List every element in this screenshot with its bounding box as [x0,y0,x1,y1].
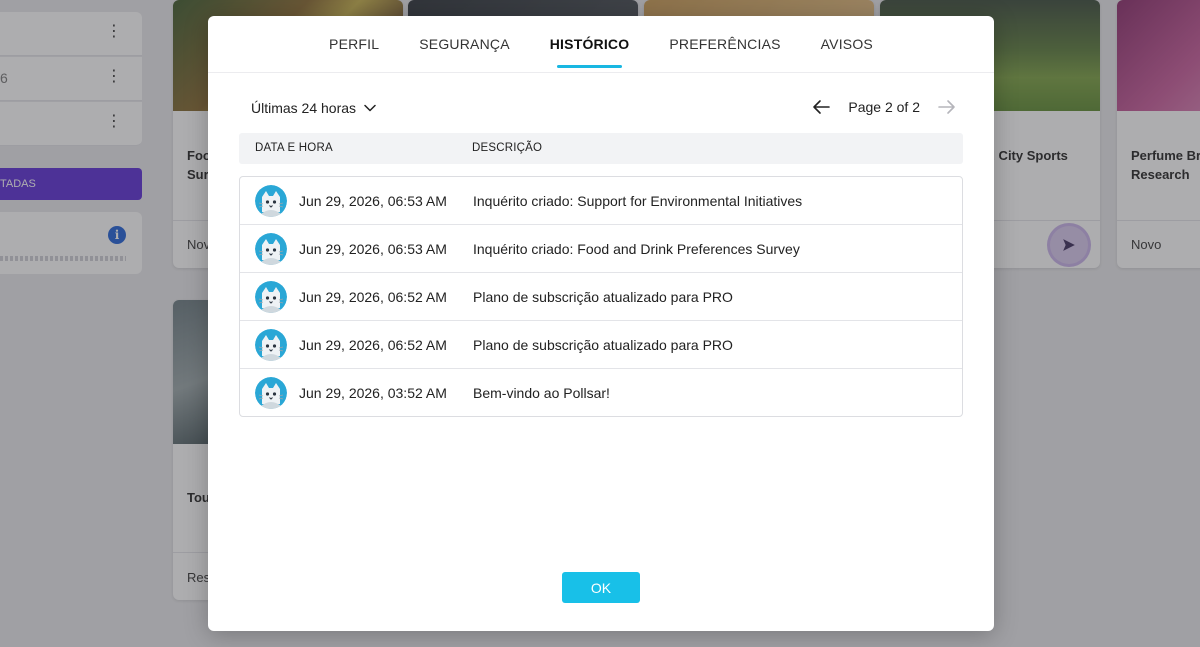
tab-historico[interactable]: HISTÓRICO [530,16,650,73]
time-range-label: Últimas 24 horas [251,100,357,116]
row-datetime: Jun 29, 2026, 06:53 AM [299,193,447,209]
chevron-down-icon [364,104,376,112]
profile-modal: PERFIL SEGURANÇA HISTÓRICO PREFERÊNCIAS … [208,16,994,631]
table-row: Jun 29, 2026, 06:53 AM Inquérito criado:… [240,225,962,273]
cat-avatar-icon [255,233,287,265]
table-row: Jun 29, 2026, 06:52 AM Plano de subscriç… [240,321,962,369]
table-header: DATA E HORA DESCRIÇÃO [239,133,963,164]
avatar [255,329,287,361]
row-datetime: Jun 29, 2026, 06:53 AM [299,241,447,257]
tab-preferencias[interactable]: PREFERÊNCIAS [649,16,800,73]
modal-tabs: PERFIL SEGURANÇA HISTÓRICO PREFERÊNCIAS … [208,16,994,73]
avatar [255,233,287,265]
avatar [255,281,287,313]
cat-avatar-icon [255,281,287,313]
row-description: Inquérito criado: Support for Environmen… [473,193,803,209]
tab-seguranca[interactable]: SEGURANÇA [399,16,529,73]
arrow-left-icon[interactable] [812,99,831,115]
time-range-dropdown[interactable]: Últimas 24 horas [251,100,376,116]
pagination: Page 2 of 2 [812,99,956,115]
row-datetime: Jun 29, 2026, 06:52 AM [299,289,447,305]
pagination-text: Page 2 of 2 [848,99,920,115]
row-description: Plano de subscrição atualizado para PRO [473,289,733,305]
row-description: Bem-vindo ao Pollsar! [473,385,610,401]
cat-avatar-icon [255,377,287,409]
cat-avatar-icon [255,329,287,361]
table-row: Jun 29, 2026, 06:52 AM Plano de subscriç… [240,273,962,321]
row-datetime: Jun 29, 2026, 03:52 AM [299,385,447,401]
tab-avisos[interactable]: AVISOS [801,16,893,73]
avatar [255,185,287,217]
ok-button[interactable]: OK [562,572,640,603]
row-datetime: Jun 29, 2026, 06:52 AM [299,337,447,353]
arrow-right-icon[interactable] [938,99,956,115]
cat-avatar-icon [255,185,287,217]
history-table: Jun 29, 2026, 06:53 AM Inquérito criado:… [239,176,963,417]
table-row: Jun 29, 2026, 03:52 AM Bem-vindo ao Poll… [240,369,962,416]
avatar [255,377,287,409]
column-header-description: DESCRIÇÃO [472,142,543,154]
row-description: Inquérito criado: Food and Drink Prefere… [473,241,800,257]
column-header-datetime: DATA E HORA [255,142,333,154]
table-row: Jun 29, 2026, 06:53 AM Inquérito criado:… [240,177,962,225]
row-description: Plano de subscrição atualizado para PRO [473,337,733,353]
tab-perfil[interactable]: PERFIL [309,16,399,73]
